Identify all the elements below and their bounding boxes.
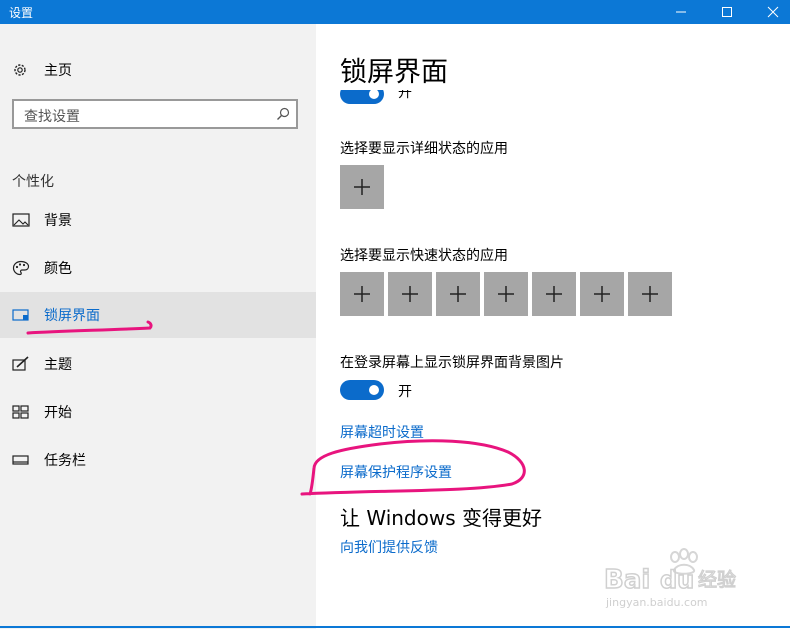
baidu-watermark: Bai du 经验 jingyan.baidu.com [603, 548, 754, 610]
window-bottom-border [0, 626, 790, 628]
watermark-url: jingyan.baidu.com [605, 596, 708, 609]
underline-annotation [26, 320, 153, 335]
baidu-paw-logo: Bai du 经验 jingyan.baidu.com [603, 548, 737, 609]
circle-annotation [300, 439, 526, 496]
svg-text:du: du [660, 566, 694, 594]
svg-text:Bai: Bai [604, 565, 650, 595]
svg-text:经验: 经验 [698, 569, 736, 591]
annotation-layer [26, 320, 526, 496]
